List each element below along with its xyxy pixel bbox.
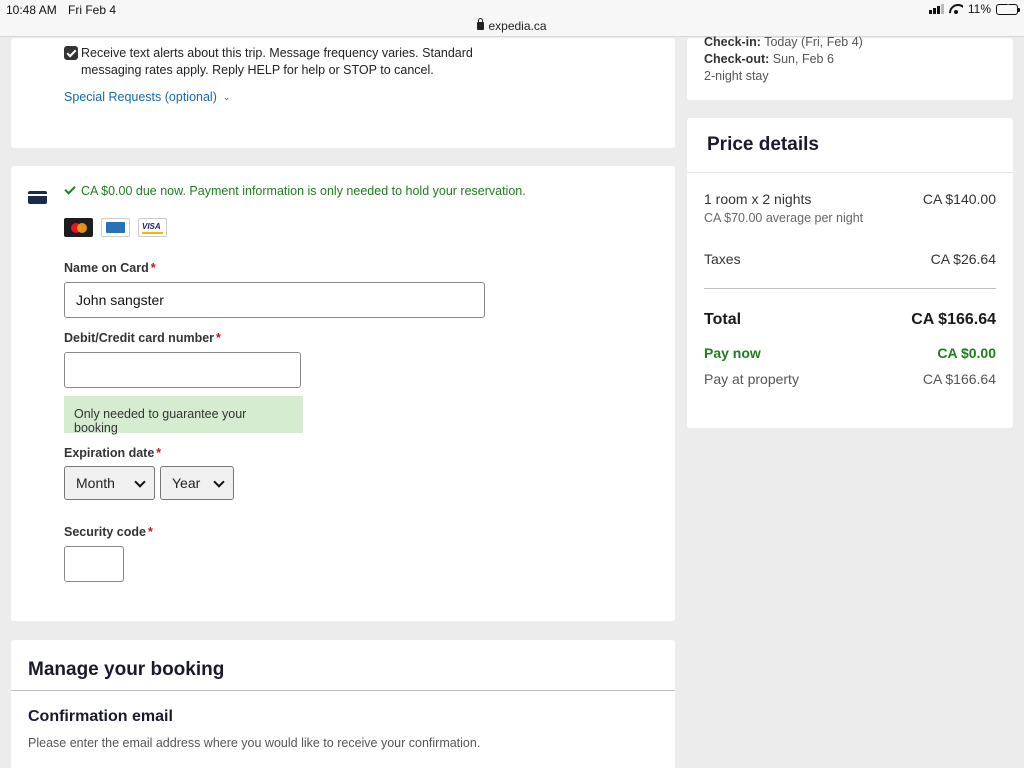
expiration-year-select[interactable]: Year	[160, 466, 234, 500]
card-number-label: Debit/Credit card number *	[64, 331, 221, 345]
stay-length: 2-night stay	[704, 69, 769, 83]
required-mark: *	[150, 261, 156, 275]
contact-card: Receive text alerts about this trip. Mes…	[11, 38, 675, 148]
room-value: CA $140.00	[922, 191, 996, 207]
amex-icon	[101, 218, 130, 237]
status-date: Fri Feb 4	[68, 3, 117, 17]
battery-icon: ⚡	[996, 3, 1020, 15]
divider	[11, 690, 675, 691]
name-on-card-input[interactable]	[64, 282, 485, 318]
security-code-label: Security code *	[64, 525, 153, 539]
name-on-card-label: Name on Card *	[64, 261, 156, 275]
checkin-label: Check-in:	[704, 35, 761, 49]
manage-booking-card: Manage your booking Confirmation email P…	[11, 640, 675, 768]
visa-icon: VISA	[138, 218, 167, 237]
required-mark: *	[147, 525, 153, 539]
chevron-double-down-icon: ⌄	[222, 92, 230, 102]
pay-now-value: CA $0.00	[937, 345, 996, 361]
room-label: 1 room x 2 nights	[704, 191, 812, 207]
month-value: Month	[76, 475, 115, 491]
divider	[704, 288, 996, 289]
security-code-input[interactable]	[64, 546, 124, 582]
address-bar[interactable]: expedia.ca	[0, 18, 1024, 33]
cellular-signal-icon	[928, 4, 944, 14]
room-line: 1 room x 2 nights CA $140.00	[704, 191, 996, 207]
total-label: Total	[704, 311, 742, 328]
confirmation-email-description: Please enter the email address where you…	[28, 736, 481, 750]
mastercard-icon	[64, 218, 93, 237]
battery-percent: 11%	[967, 2, 991, 16]
payment-card: CA $0.00 due now. Payment information is…	[11, 166, 675, 621]
special-requests-label: Special Requests (optional)	[64, 90, 217, 104]
checkin-line: Check-in: Today (Fri, Feb 4)	[704, 35, 863, 49]
price-details-card: Price details 1 room x 2 nights CA $140.…	[687, 118, 1013, 428]
average-per-night: CA $70.00 average per night	[704, 211, 864, 225]
pay-at-property-label: Pay at property	[704, 371, 799, 387]
required-mark: *	[216, 331, 221, 345]
due-now-text: CA $0.00 due now. Payment information is…	[81, 184, 526, 198]
credit-card-icon	[28, 191, 47, 204]
checkmark-icon	[64, 183, 76, 195]
due-now-message: CA $0.00 due now. Payment information is…	[64, 183, 526, 198]
year-value: Year	[172, 475, 201, 491]
lock-icon	[477, 18, 485, 30]
status-bar: 10:48 AM Fri Feb 4 expedia.ca 11% ⚡	[0, 0, 1024, 37]
manage-booking-title: Manage your booking	[28, 659, 225, 680]
chevron-down-icon	[213, 476, 225, 488]
pay-now-label: Pay now	[704, 345, 761, 361]
sms-text: Receive text alerts about this trip. Mes…	[81, 46, 473, 77]
pay-at-property-value: CA $166.64	[922, 371, 996, 387]
sms-opt-in: Receive text alerts about this trip. Mes…	[64, 45, 504, 79]
price-details-title: Price details	[707, 134, 819, 155]
required-mark: *	[156, 446, 162, 460]
taxes-value: CA $26.64	[930, 251, 996, 267]
checkin-value: Today (Fri, Feb 4)	[764, 35, 863, 49]
pay-now-line: Pay now CA $0.00	[704, 345, 996, 361]
status-time: 10:48 AM	[6, 3, 57, 17]
total-value: CA $166.64	[911, 311, 996, 328]
expiration-month-select[interactable]: Month	[64, 466, 155, 500]
stay-dates-card: Check-in: Today (Fri, Feb 4) Check-out: …	[687, 35, 1013, 100]
expiration-date-label: Expiration date *	[64, 446, 162, 460]
url-text: expedia.ca	[488, 19, 547, 33]
pay-at-property-line: Pay at property CA $166.64	[704, 371, 996, 387]
sms-checkbox[interactable]	[64, 46, 78, 60]
divider	[687, 172, 1013, 173]
confirmation-email-title: Confirmation email	[28, 708, 173, 725]
checkout-value: Sun, Feb 6	[772, 52, 834, 66]
card-number-input[interactable]	[64, 352, 301, 388]
accepted-cards: VISA	[64, 218, 167, 237]
checkout-label: Check-out:	[704, 52, 770, 66]
taxes-label: Taxes	[704, 251, 741, 267]
wifi-icon	[949, 4, 963, 14]
total-line: Total CA $166.64	[704, 311, 996, 329]
status-indicators: 11% ⚡	[928, 2, 1020, 16]
checkout-line: Check-out: Sun, Feb 6	[704, 52, 834, 66]
taxes-line: Taxes CA $26.64	[704, 251, 996, 267]
special-requests-link[interactable]: Special Requests (optional) ⌄	[64, 90, 230, 104]
card-number-hint: Only needed to guarantee your booking	[64, 396, 303, 435]
chevron-down-icon	[134, 476, 146, 488]
